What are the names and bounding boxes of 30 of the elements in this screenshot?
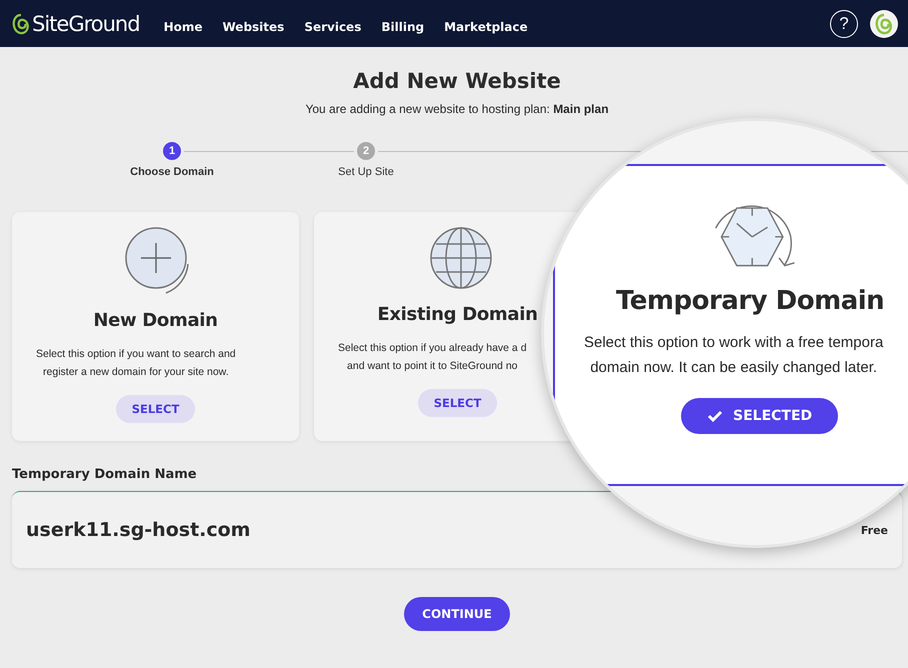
option-title: Temporary Domain	[616, 286, 884, 316]
help-button[interactable]: ?	[830, 10, 858, 38]
domain-value: userk11.sg-host.com	[26, 519, 250, 541]
continue-button[interactable]: CONTINUE	[404, 597, 510, 631]
page-subtitle: You are adding a new website to hosting plan: Main plan	[304, 102, 610, 116]
step-label: Choose Domain	[130, 166, 214, 178]
selected-button[interactable]: SELECTED	[681, 398, 838, 434]
option-description: Select this option if you already have a d and want to point it to SiteGround no	[338, 341, 527, 374]
price-label: Free	[860, 524, 888, 536]
checkmark-icon	[707, 410, 723, 422]
step-number: 1	[163, 142, 181, 160]
page-title: Add New Website	[352, 69, 562, 93]
nav-link[interactable]: Home	[164, 20, 202, 34]
option-description: Select this option to work with a free tempora domain now. It can be easily changed later.	[584, 333, 884, 378]
nav-link[interactable]: Billing	[381, 20, 424, 34]
field-label: Temporary Domain Name	[12, 467, 198, 482]
step-label: Set Up Site	[338, 166, 394, 178]
brand-name[interactable]: SiteGround	[32, 12, 140, 36]
swirl-logo-icon	[12, 12, 30, 34]
nav-link[interactable]: Services	[304, 20, 362, 34]
option-title: Existing Domain	[377, 304, 538, 325]
globe-icon	[428, 226, 492, 290]
option-description: Select this option if you want to search and register a new domain for your site now.	[36, 347, 236, 380]
user-avatar[interactable]	[870, 10, 898, 38]
option-title: New Domain	[93, 310, 218, 331]
select-button[interactable]: SELECT	[116, 395, 196, 423]
nav-link[interactable]: Websites	[222, 20, 284, 34]
step-number: 2	[357, 142, 375, 160]
select-button[interactable]: SELECT	[418, 389, 498, 417]
nav-link[interactable]: Marketplace	[444, 20, 528, 34]
